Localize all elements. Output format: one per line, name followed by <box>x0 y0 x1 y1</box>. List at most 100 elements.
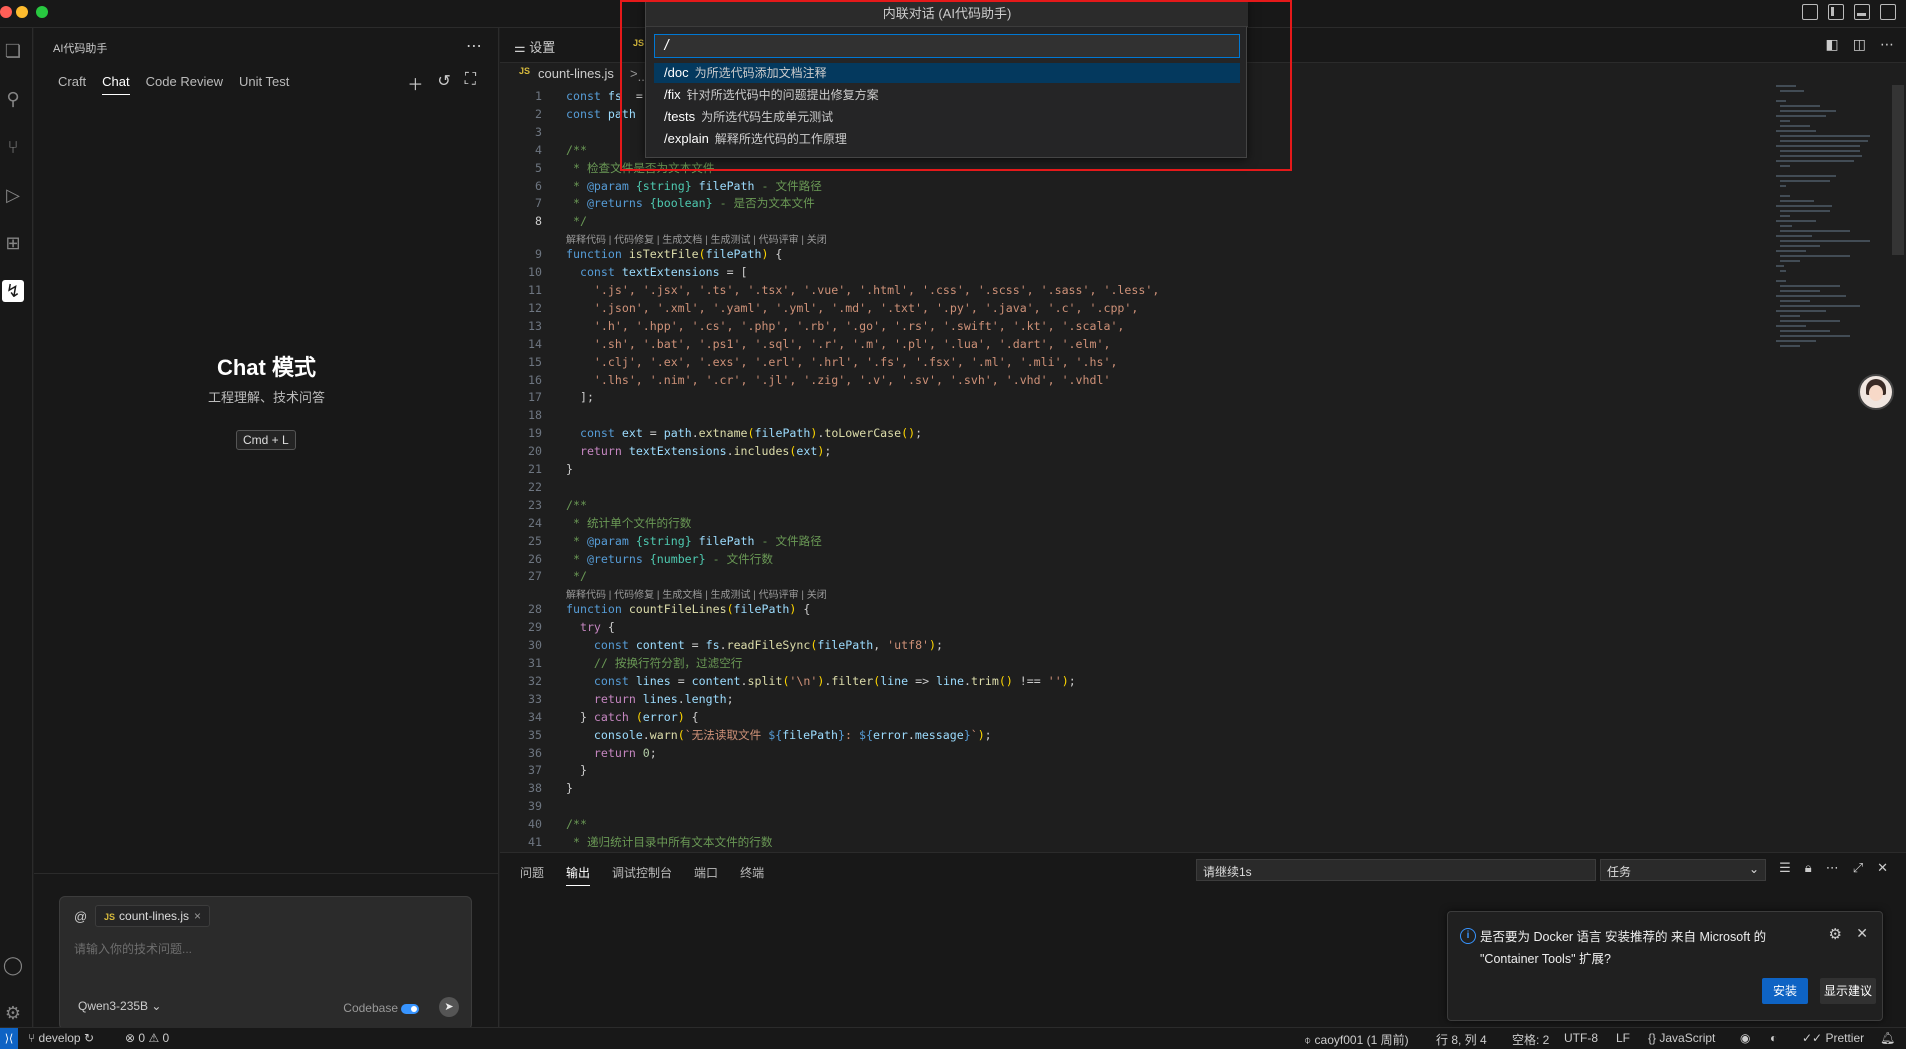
maximize-panel-icon[interactable]: ⤢ <box>1853 860 1863 876</box>
remote-icon[interactable]: ⟩⟨ <box>0 1028 18 1049</box>
ai-status-icon[interactable]: ◐ <box>1770 1031 1777 1045</box>
code-line[interactable]: 9 function isTextFile(filePath) { <box>500 245 1740 263</box>
minimap[interactable] <box>1776 85 1876 375</box>
code-line[interactable]: 38} <box>500 779 1740 797</box>
window-minimize-button[interactable] <box>16 6 28 18</box>
language-mode[interactable]: {} JavaScript <box>1648 1031 1715 1045</box>
prettier-status[interactable]: ✓✓ Prettier <box>1802 1031 1864 1045</box>
gear-icon[interactable]: ⚙ <box>1829 925 1842 943</box>
layout-customize-icon[interactable] <box>1802 4 1818 20</box>
code-line[interactable]: 32 const lines = content.split('\n').fil… <box>500 672 1740 690</box>
toggle-switch[interactable] <box>401 1003 419 1014</box>
split-editor-icon[interactable]: ◫ <box>1853 36 1866 53</box>
code-line[interactable]: 8 */ <box>500 212 1740 230</box>
code-line[interactable]: 21} <box>500 460 1740 478</box>
code-line[interactable]: 37 } <box>500 761 1740 779</box>
code-line[interactable]: 35 console.warn(`无法读取文件 ${filePath}: ${e… <box>500 726 1740 744</box>
code-line[interactable]: 26 * @returns {number} - 文件行数 <box>500 550 1740 568</box>
assistant-avatar[interactable] <box>1858 374 1894 410</box>
clear-output-icon[interactable]: ☰ <box>1779 860 1791 876</box>
code-line[interactable]: 23 /** <box>500 496 1740 514</box>
output-channel-select[interactable]: 任务 ⌄ <box>1600 859 1766 881</box>
codebase-toggle[interactable]: Codebase <box>343 1001 419 1015</box>
editor-scrollbar[interactable] <box>1892 85 1904 255</box>
files-icon[interactable]: ❏ <box>2 40 24 62</box>
code-line[interactable]: 14 '.sh', '.bat', '.ps1', '.sql', '.r', … <box>500 335 1740 353</box>
history-icon[interactable]: ↺ <box>437 71 450 95</box>
code-line[interactable]: 33 return lines.length; <box>500 690 1740 708</box>
code-lens-actions[interactable]: 解释代码 | 代码修复 | 生成文档 | 生成测试 | 代码评审 | 关闭 <box>566 586 827 601</box>
more-icon[interactable]: ⋯ <box>1880 36 1894 53</box>
settings-gear-icon[interactable]: ⚙ <box>2 1002 24 1024</box>
model-selector[interactable]: Qwen3-235B ⌄ <box>72 997 167 1015</box>
toggle-primary-sidebar-icon[interactable] <box>1828 4 1844 20</box>
account-icon[interactable]: ◯ <box>2 954 24 976</box>
branch-indicator[interactable]: ⑂ develop ↻ <box>28 1031 94 1045</box>
code-line[interactable]: 34 } catch (error) { <box>500 708 1740 726</box>
code-line[interactable]: 25 * @param {string} filePath - 文件路径 <box>500 532 1740 550</box>
toggle-panel-icon[interactable] <box>1854 4 1870 20</box>
source-control-icon[interactable]: ⑂ <box>2 136 24 158</box>
code-line[interactable]: 7 * @returns {boolean} - 是否为文本文件 <box>500 194 1740 212</box>
code-line[interactable]: 41 * 递归统计目录中所有文本文件的行数 <box>500 833 1740 851</box>
fullscreen-icon[interactable]: ⛶ <box>465 71 476 95</box>
chat-input[interactable]: 请输入你的技术问题... <box>74 940 192 957</box>
ai-diff-icon[interactable]: ◧ <box>1826 36 1839 53</box>
toggle-secondary-sidebar-icon[interactable] <box>1880 4 1896 20</box>
code-line[interactable]: 22 <box>500 478 1740 496</box>
install-button[interactable]: 安装 <box>1762 978 1808 1004</box>
tab-code-review[interactable]: Code Review <box>146 74 223 95</box>
encoding[interactable]: UTF-8 <box>1564 1031 1598 1045</box>
extensions-icon[interactable]: ⊞ <box>2 232 24 254</box>
show-suggestions-button[interactable]: 显示建议 <box>1820 978 1876 1004</box>
send-button[interactable]: ➤ <box>439 997 459 1017</box>
close-icon[interactable]: ✕ <box>1877 860 1888 876</box>
code-line[interactable]: 13 '.h', '.hpp', '.cs', '.php', '.rb', '… <box>500 317 1740 335</box>
tab-settings[interactable]: ⚌ 设置 <box>514 37 555 56</box>
code-line[interactable]: 24 * 统计单个文件的行数 <box>500 514 1740 532</box>
search-icon[interactable]: ⚲ <box>2 88 24 110</box>
code-line[interactable]: 16 '.lhs', '.nim', '.cr', '.jl', '.zig',… <box>500 371 1740 389</box>
close-icon[interactable]: ✕ <box>1856 925 1868 942</box>
code-line[interactable]: 31 // 按换行符分割，过滤空行 <box>500 654 1740 672</box>
git-blame[interactable]: ⌽ caoyf001 (1 周前) <box>1304 1031 1409 1048</box>
code-line[interactable]: 19 const ext = path.extname(filePath).to… <box>500 424 1740 442</box>
code-line[interactable]: 12 '.json', '.xml', '.yaml', '.yml', '.m… <box>500 299 1740 317</box>
run-debug-icon[interactable]: ▷ <box>2 184 24 206</box>
tab-output[interactable]: 输出 <box>566 864 591 886</box>
code-editor[interactable]: 1 const fs = 2 const path 3 4/** 5 * 检查文件是否为文… <box>500 85 1750 852</box>
code-line[interactable]: 6 * @param {string} filePath - 文件路径 <box>500 177 1740 195</box>
tab-chat[interactable]: Chat <box>102 74 130 95</box>
mention-button[interactable]: @ <box>74 909 87 924</box>
code-line[interactable]: 11 '.js', '.jsx', '.ts', '.tsx', '.vue',… <box>500 281 1740 299</box>
code-line[interactable]: 39 <box>500 797 1740 815</box>
code-lens-actions[interactable]: 解释代码 | 代码修复 | 生成文档 | 生成测试 | 代码评审 | 关闭 <box>566 231 827 246</box>
code-line[interactable]: 27 */ <box>500 567 1740 585</box>
new-chat-icon[interactable]: ＋ <box>407 71 423 95</box>
code-line[interactable]: 30 const content = fs.readFileSync(fileP… <box>500 636 1740 654</box>
code-line[interactable]: 29 try { <box>500 618 1740 636</box>
context-file-pill[interactable]: JS count-lines.js × <box>95 905 211 927</box>
more-actions-icon[interactable]: ⋯ <box>466 36 482 56</box>
code-line[interactable]: 10 const textExtensions = [ <box>500 263 1740 281</box>
code-line[interactable]: 36 return 0; <box>500 744 1740 762</box>
tab-unit-test[interactable]: Unit Test <box>239 74 289 95</box>
tab-terminal[interactable]: 终端 <box>740 864 764 886</box>
cursor-position[interactable]: 行 8, 列 4 <box>1436 1031 1487 1048</box>
code-line[interactable]: 17 ]; <box>500 388 1740 406</box>
code-line[interactable]: 40 /** <box>500 815 1740 833</box>
notifications-bell-icon[interactable]: 🔔︎ <box>1880 1031 1895 1045</box>
tab-problems[interactable]: 问题 <box>520 864 544 886</box>
indentation[interactable]: 空格: 2 <box>1512 1031 1549 1048</box>
problems-indicator[interactable]: ⊗ 0 ⚠ 0 <box>125 1031 169 1045</box>
window-close-button[interactable] <box>0 6 12 18</box>
end-of-line[interactable]: LF <box>1616 1031 1630 1045</box>
remove-context-icon[interactable]: × <box>194 909 201 923</box>
code-line[interactable]: 28 function countFileLines(filePath) { <box>500 600 1740 618</box>
output-filter-input[interactable]: 请继续1s <box>1196 859 1596 881</box>
copilot-icon[interactable]: ◉ <box>1740 1031 1750 1045</box>
ai-assistant-icon[interactable]: ↯ <box>2 280 24 302</box>
code-line[interactable]: 18 <box>500 406 1740 424</box>
tab-debug-console[interactable]: 调试控制台 <box>612 864 672 886</box>
code-line[interactable]: 15 '.clj', '.ex', '.exs', '.erl', '.hrl'… <box>500 353 1740 371</box>
